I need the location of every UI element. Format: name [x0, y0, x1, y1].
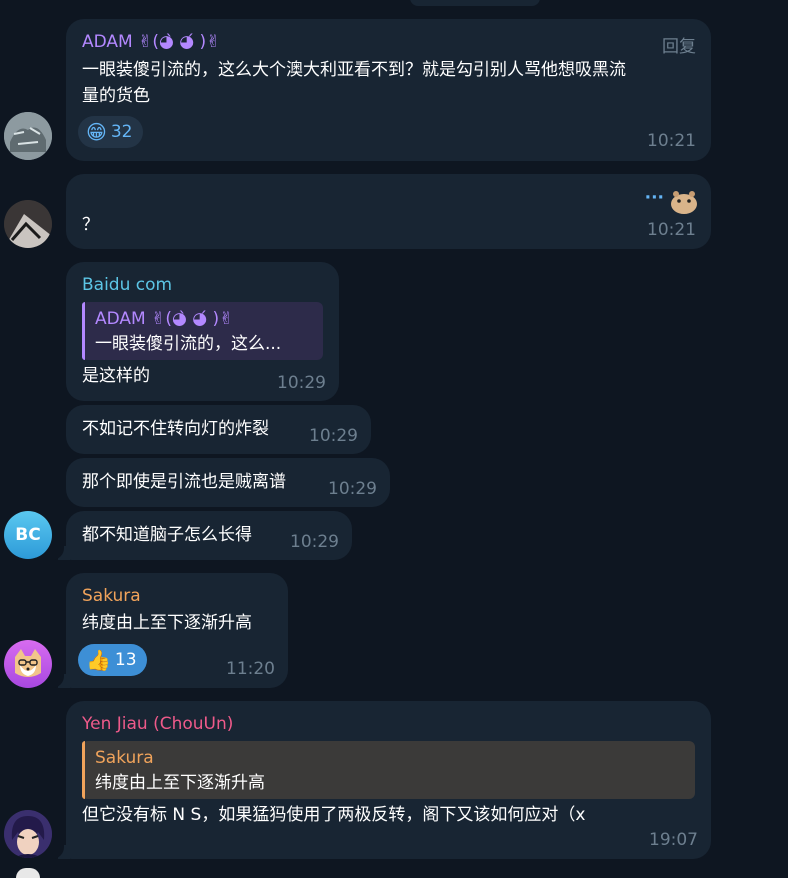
previous-message-stub [410, 0, 540, 6]
reaction-chip[interactable]: 👍 13 [78, 644, 147, 676]
shiba-dog-icon [15, 649, 41, 677]
message-time: 10:29 [309, 426, 358, 446]
bubble-tail [52, 544, 70, 560]
hamster-sticker-icon [669, 188, 699, 214]
message-time: 10:21 [647, 220, 696, 240]
quote-sender: ADAM ✌(◕̀ ◕́ )✌ [95, 309, 234, 329]
reaction-count: 13 [114, 650, 137, 670]
quote-text: 纬度由上至下逐渐升高 [95, 773, 265, 793]
message-time: 19:07 [649, 830, 698, 850]
sender-name[interactable]: Baidu com [82, 275, 172, 295]
message-time: 11:20 [226, 659, 275, 679]
reply-button[interactable]: 回复 [662, 32, 696, 57]
message-text: 是这样的 [82, 366, 150, 386]
thumbs-up-emoji-icon: 👍 [86, 648, 111, 672]
message-yen[interactable]: Yen Jiau (ChouUn) Sakura 纬度由上至下逐渐升高 但它没有… [66, 701, 711, 859]
message-text: ？ [82, 215, 99, 235]
grin-emoji-icon: 😁 [86, 120, 107, 144]
photo-avatar-icon [4, 200, 52, 248]
more-dots[interactable]: ··· [645, 188, 664, 208]
quote-sender: Sakura [95, 748, 154, 768]
sender-name[interactable]: Sakura [82, 586, 141, 606]
avatar-yen[interactable] [4, 810, 52, 858]
message-time: 10:29 [290, 532, 339, 552]
message-text: 但它没有标 N S，如果猛犸使用了两极反转，阁下又该如何应对（x [82, 805, 586, 825]
avatar-sakura[interactable] [4, 640, 52, 688]
quote-text: 一眼装傻引流的，这么... [95, 334, 282, 354]
message-baidu-3[interactable]: 那个即使是引流也是贼离谱 10:29 [66, 458, 390, 507]
avatar-initials: BC [15, 525, 41, 545]
avatar-user2[interactable] [4, 200, 52, 248]
sketch-avatar-icon [4, 112, 52, 160]
message-time: 10:29 [328, 479, 377, 499]
message-text: 那个即使是引流也是贼离谱 [82, 472, 286, 492]
message-question[interactable]: ··· ？ 10:21 [66, 174, 711, 249]
sender-name[interactable]: Yen Jiau (ChouUn) [82, 714, 233, 734]
sender-name[interactable]: ADAM ✌(◕̀ ◕́ )✌ [82, 32, 220, 52]
message-text: 不如记不住转向灯的炸裂 [82, 419, 269, 439]
reply-quote[interactable]: Sakura 纬度由上至下逐渐升高 [82, 741, 695, 799]
reply-quote[interactable]: ADAM ✌(◕̀ ◕́ )✌ 一眼装傻引流的，这么... [82, 302, 323, 360]
message-text: 都不知道脑子怎么长得 [82, 525, 252, 545]
message-adam[interactable]: ADAM ✌(◕̀ ◕́ )✌ 回复 一眼装傻引流的，这么大个澳大利亚看不到？就… [66, 19, 711, 161]
avatar-bc[interactable]: BC [4, 511, 52, 559]
next-avatar-stub [16, 868, 40, 878]
message-baidu-2[interactable]: 不如记不住转向灯的炸裂 10:29 [66, 405, 371, 454]
message-time: 10:21 [647, 131, 696, 151]
message-text: 一眼装傻引流的，这么大个澳大利亚看不到？就是勾引别人骂他想吸黑流 [82, 60, 626, 80]
message-time: 10:29 [277, 373, 326, 393]
anime-avatar-icon [4, 810, 52, 858]
bubble-tail [52, 843, 70, 859]
message-text-line2: 量的货色 [82, 86, 150, 106]
reaction-chip[interactable]: 😁 32 [78, 116, 143, 148]
message-text: 纬度由上至下逐渐升高 [82, 613, 252, 633]
message-baidu-4[interactable]: 都不知道脑子怎么长得 10:29 [66, 511, 352, 560]
message-sakura[interactable]: Sakura 纬度由上至下逐渐升高 👍 13 11:20 [66, 573, 288, 688]
avatar-adam[interactable] [4, 112, 52, 160]
bubble-tail [52, 672, 70, 688]
reaction-count: 32 [110, 122, 133, 142]
message-baidu-1[interactable]: Baidu com ADAM ✌(◕̀ ◕́ )✌ 一眼装傻引流的，这么... … [66, 262, 339, 401]
